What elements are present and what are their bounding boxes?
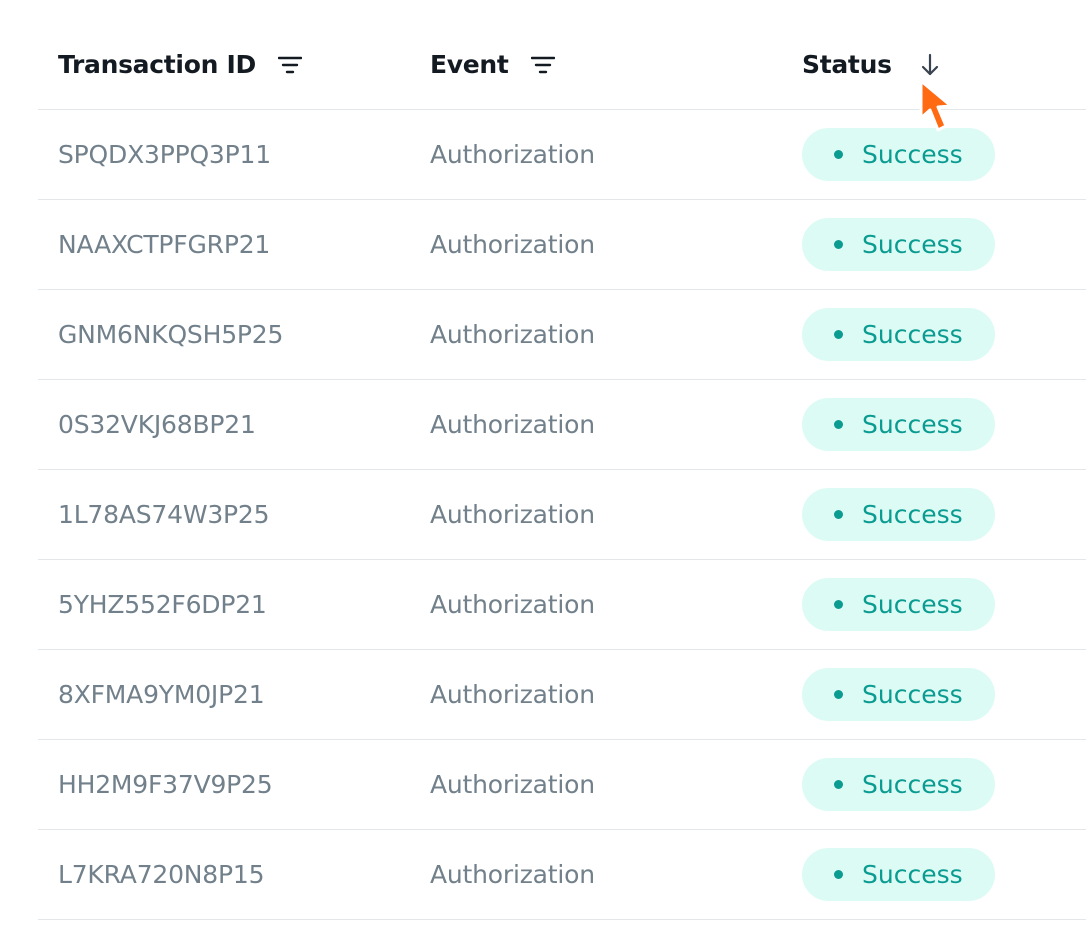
table-row[interactable]: HH2M9F37V9P25 Authorization Success — [38, 740, 1086, 830]
status-badge: Success — [802, 218, 995, 271]
transaction-id-cell: SPQDX3PPQ3P11 — [58, 140, 271, 169]
status-badge: Success — [802, 848, 995, 901]
transaction-id-cell: 8XFMA9YM0JP21 — [58, 680, 265, 709]
status-badge: Success — [802, 398, 995, 451]
status-cell: Success — [802, 470, 995, 559]
column-header-label: Event — [430, 50, 509, 79]
status-dot-icon — [834, 690, 843, 699]
event-cell: Authorization — [430, 860, 595, 889]
status-label: Success — [862, 230, 963, 259]
event-cell: Authorization — [430, 590, 595, 619]
status-dot-icon — [834, 240, 843, 249]
status-label: Success — [862, 410, 963, 439]
event-cell: Authorization — [430, 770, 595, 799]
transaction-id-cell: HH2M9F37V9P25 — [58, 770, 273, 799]
event-cell: Authorization — [430, 140, 595, 169]
table-row[interactable]: NAAXCTPFGRP21 Authorization Success — [38, 200, 1086, 290]
filter-icon — [530, 56, 555, 73]
status-cell: Success — [802, 650, 995, 739]
transaction-id-cell: GNM6NKQSH5P25 — [58, 320, 284, 349]
column-header-label: Transaction ID — [58, 50, 256, 79]
column-header-status: Status — [802, 20, 946, 109]
status-badge: Success — [802, 128, 995, 181]
table-body: SPQDX3PPQ3P11 Authorization Success NAAXCTP… — [38, 110, 1086, 920]
filter-event-button[interactable] — [527, 49, 559, 81]
column-header-event: Event — [430, 20, 559, 109]
column-header-label: Status — [802, 50, 892, 79]
status-cell: Success — [802, 830, 995, 919]
status-label: Success — [862, 500, 963, 529]
filter-transaction-id-button[interactable] — [274, 49, 306, 81]
status-cell: Success — [802, 200, 995, 289]
status-label: Success — [862, 860, 963, 889]
status-dot-icon — [834, 330, 843, 339]
event-cell: Authorization — [430, 320, 595, 349]
status-dot-icon — [834, 420, 843, 429]
status-label: Success — [862, 140, 963, 169]
table-row[interactable]: SPQDX3PPQ3P11 Authorization Success — [38, 110, 1086, 200]
status-cell: Success — [802, 380, 995, 469]
transaction-id-cell: 5YHZ552F6DP21 — [58, 590, 267, 619]
event-cell: Authorization — [430, 680, 595, 709]
table-row[interactable]: 0S32VKJ68BP21 Authorization Success — [38, 380, 1086, 470]
event-cell: Authorization — [430, 230, 595, 259]
status-dot-icon — [834, 600, 843, 609]
status-label: Success — [862, 680, 963, 709]
status-badge: Success — [802, 578, 995, 631]
transaction-id-cell: 1L78AS74W3P25 — [58, 500, 270, 529]
table-header-row: Transaction ID Event Status — [38, 20, 1086, 110]
table-row[interactable]: 1L78AS74W3P25 Authorization Success — [38, 470, 1086, 560]
status-dot-icon — [834, 510, 843, 519]
status-badge: Success — [802, 758, 995, 811]
status-dot-icon — [834, 780, 843, 789]
table-row[interactable]: GNM6NKQSH5P25 Authorization Success — [38, 290, 1086, 380]
table-row[interactable]: 5YHZ552F6DP21 Authorization Success — [38, 560, 1086, 650]
transaction-id-cell: NAAXCTPFGRP21 — [58, 230, 271, 259]
transactions-table: Transaction ID Event Status SPQDX3PPQ3P1… — [38, 20, 1086, 920]
event-cell: Authorization — [430, 500, 595, 529]
status-label: Success — [862, 320, 963, 349]
status-dot-icon — [834, 870, 843, 879]
status-badge: Success — [802, 488, 995, 541]
table-row[interactable]: L7KRA720N8P15 Authorization Success — [38, 830, 1086, 920]
event-cell: Authorization — [430, 410, 595, 439]
status-label: Success — [862, 770, 963, 799]
transaction-id-cell: L7KRA720N8P15 — [58, 860, 265, 889]
status-badge: Success — [802, 668, 995, 721]
table-row[interactable]: 8XFMA9YM0JP21 Authorization Success — [38, 650, 1086, 740]
status-cell: Success — [802, 110, 995, 199]
status-cell: Success — [802, 740, 995, 829]
status-badge: Success — [802, 308, 995, 361]
status-dot-icon — [834, 150, 843, 159]
transaction-id-cell: 0S32VKJ68BP21 — [58, 410, 256, 439]
status-cell: Success — [802, 290, 995, 379]
filter-icon — [277, 56, 302, 73]
status-cell: Success — [802, 560, 995, 649]
status-label: Success — [862, 590, 963, 619]
arrow-down-icon — [921, 53, 938, 75]
column-header-transaction-id: Transaction ID — [58, 20, 306, 109]
sort-status-button[interactable] — [914, 49, 946, 81]
